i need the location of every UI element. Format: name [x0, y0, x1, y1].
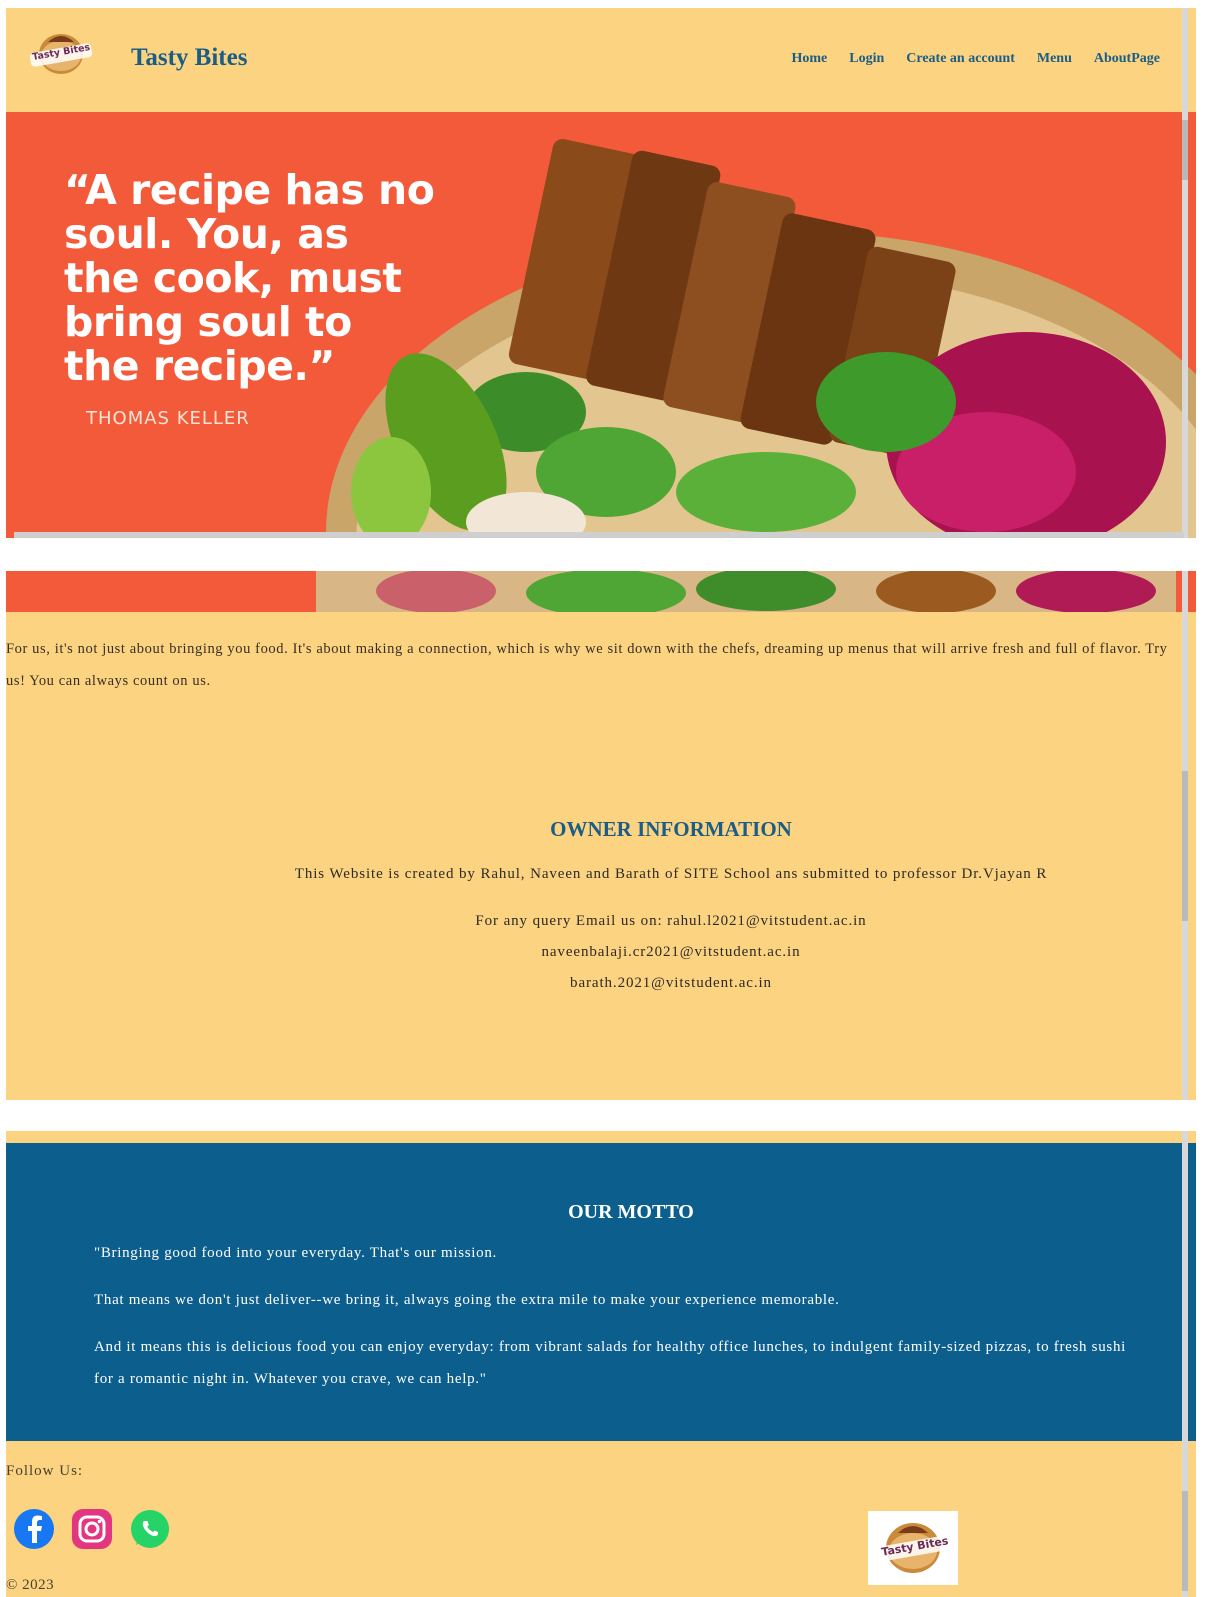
- hero-banner: “A recipe has no soul. You, as the cook,…: [6, 112, 1196, 538]
- brand-name[interactable]: Tasty Bites: [131, 44, 247, 72]
- food-bowl-image: [316, 571, 1176, 612]
- main-nav: Home Login Create an account Menu AboutP…: [791, 51, 1160, 67]
- screenshot-frame-bottom: OUR MOTTO "Bringing good food into your …: [6, 1131, 1196, 1597]
- nav-about[interactable]: AboutPage: [1094, 51, 1160, 67]
- owner-email-2: naveenbalaji.cr2021@vitstudent.ac.in: [541, 944, 801, 960]
- hero-quote: “A recipe has no soul. You, as the cook,…: [64, 166, 435, 390]
- nav-create-account[interactable]: Create an account: [906, 51, 1015, 67]
- scrollbar-thumb[interactable]: [1182, 771, 1188, 921]
- hero-quote-author: THOMAS KELLER: [86, 408, 250, 429]
- footer-logo: Tasty Bites: [868, 1511, 958, 1585]
- screenshot-frame-middle: For us, it's not just about bringing you…: [6, 571, 1196, 1100]
- brand-logo[interactable]: Tasty Bites: [28, 28, 94, 80]
- horizontal-scrollbar[interactable]: [14, 532, 1184, 538]
- nav-home[interactable]: Home: [791, 51, 827, 67]
- follow-us-label: Follow Us:: [6, 1463, 84, 1479]
- vertical-scrollbar[interactable]: [1182, 8, 1188, 538]
- nav-login[interactable]: Login: [849, 51, 884, 67]
- facebook-icon[interactable]: [12, 1507, 56, 1551]
- intro-text: For us, it's not just about bringing you…: [6, 641, 1168, 689]
- nav-menu[interactable]: Menu: [1037, 51, 1072, 67]
- owner-email-3: barath.2021@vitstudent.ac.in: [570, 975, 772, 991]
- vertical-scrollbar[interactable]: [1182, 1131, 1188, 1597]
- owner-query-email: For any query Email us on: rahul.l2021@v…: [475, 913, 867, 929]
- motto-paragraph-2: That means we don't just deliver--we bri…: [94, 1292, 840, 1308]
- owner-created-by: This Website is created by Rahul, Naveen…: [294, 866, 1048, 882]
- scrollbar-thumb[interactable]: [1182, 120, 1188, 180]
- hero-image-strip: [6, 571, 1196, 612]
- motto-paragraph-3: And it means this is delicious food you …: [94, 1339, 1127, 1387]
- screenshot-frame-top: Tasty Bites Tasty Bites Home Login Creat…: [6, 8, 1196, 538]
- copyright: © 2023: [6, 1577, 55, 1593]
- owner-info-title: OWNER INFORMATION: [550, 817, 792, 841]
- scrollbar-thumb[interactable]: [1182, 1491, 1188, 1591]
- motto-section: OUR MOTTO "Bringing good food into your …: [6, 1143, 1196, 1441]
- whatsapp-icon[interactable]: [128, 1507, 172, 1551]
- motto-paragraph-1: "Bringing good food into your everyday. …: [94, 1245, 498, 1261]
- vertical-scrollbar[interactable]: [1182, 571, 1188, 1100]
- instagram-icon[interactable]: [70, 1507, 114, 1551]
- motto-title: OUR MOTTO: [568, 1201, 694, 1223]
